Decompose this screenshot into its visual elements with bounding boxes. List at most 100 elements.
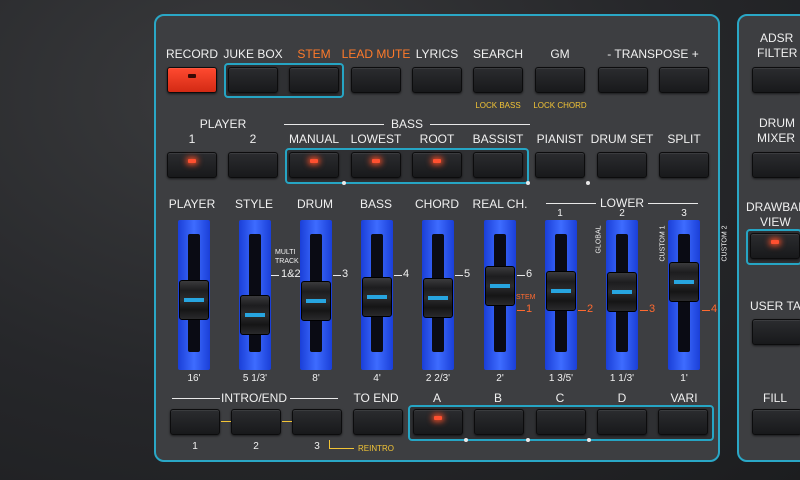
record-label: RECORD bbox=[165, 47, 219, 61]
lower-line-right bbox=[648, 203, 698, 204]
drum-slider-knob[interactable] bbox=[301, 281, 331, 321]
intro-end-label: INTRO/END bbox=[221, 391, 287, 405]
vari-button[interactable] bbox=[658, 409, 708, 435]
stem-label: STEM bbox=[297, 47, 331, 61]
search-button[interactable] bbox=[473, 67, 523, 93]
split-button[interactable] bbox=[659, 152, 709, 178]
real-ch-tick bbox=[517, 275, 525, 276]
intro-number-1: 1 bbox=[192, 441, 198, 452]
lower-1-slider-knob[interactable] bbox=[546, 271, 576, 311]
manual-button[interactable] bbox=[289, 152, 339, 178]
fill-button[interactable] bbox=[752, 409, 800, 435]
drawbar-label: DRAWBAR bbox=[746, 200, 800, 214]
player-2-button[interactable] bbox=[228, 152, 278, 178]
global-label: GLOBAL bbox=[595, 225, 603, 254]
gm-button[interactable] bbox=[535, 67, 585, 93]
bass-slider-label: BASS bbox=[359, 197, 393, 211]
bass-number: 4 bbox=[403, 268, 410, 280]
user-tab-button[interactable] bbox=[752, 319, 800, 345]
real-ch-slider-label: REAL CH. bbox=[472, 197, 528, 211]
search-label: SEARCH bbox=[472, 47, 524, 61]
variation-b-label: B bbox=[493, 391, 503, 405]
style-slider-knob[interactable] bbox=[240, 295, 270, 335]
stem-number-1: 1 bbox=[526, 303, 533, 315]
transpose-down-button[interactable] bbox=[598, 67, 648, 93]
variation-d-label: D bbox=[617, 391, 627, 405]
drawbar-view-led bbox=[771, 240, 779, 244]
lower-2-slider-knob[interactable] bbox=[607, 272, 637, 312]
lower-3-slider-knob[interactable] bbox=[669, 262, 699, 302]
multi-label: MULTI bbox=[275, 249, 296, 256]
drum-set-button[interactable] bbox=[597, 152, 647, 178]
intro-line-right bbox=[290, 398, 338, 399]
intro-link bbox=[282, 421, 292, 422]
real-ch-number: 6 bbox=[526, 268, 533, 280]
lead-mute-label: LEAD MUTE bbox=[341, 47, 411, 61]
indicator-dot bbox=[526, 438, 530, 442]
footage-label: 2 2/3' bbox=[425, 373, 451, 384]
juke-box-button[interactable] bbox=[228, 67, 278, 93]
lowest-led bbox=[372, 159, 380, 163]
intro-line-left bbox=[172, 398, 220, 399]
style-slider-label: STYLE bbox=[234, 197, 274, 211]
intro-1-button[interactable] bbox=[170, 409, 220, 435]
variation-a-button[interactable] bbox=[413, 409, 463, 435]
player-slider-knob[interactable] bbox=[179, 280, 209, 320]
footage-label: 4' bbox=[373, 373, 381, 384]
lower-line-left bbox=[546, 203, 596, 204]
lyrics-label: LYRICS bbox=[415, 47, 459, 61]
chord-tick bbox=[455, 275, 463, 276]
transpose-up-button[interactable] bbox=[659, 67, 709, 93]
user-tab-label: USER TAB bbox=[750, 299, 800, 313]
drum-tick bbox=[333, 275, 341, 276]
stem-number-3: 3 bbox=[649, 303, 656, 315]
drawbar-view-button[interactable] bbox=[750, 233, 800, 259]
lowest-button[interactable] bbox=[351, 152, 401, 178]
custom-1-label: CUSTOM 1 bbox=[659, 225, 667, 262]
lock-chord-label: LOCK CHORD bbox=[533, 101, 587, 110]
bass-slider-knob[interactable] bbox=[362, 277, 392, 317]
footage-label: 1' bbox=[680, 373, 688, 384]
to-end-label: TO END bbox=[353, 391, 399, 405]
lock-bass-label: LOCK BASS bbox=[475, 101, 521, 110]
custom-2-label: CUSTOM 2 bbox=[721, 225, 729, 262]
lyrics-button[interactable] bbox=[412, 67, 462, 93]
intro-2-button[interactable] bbox=[231, 409, 281, 435]
root-button[interactable] bbox=[412, 152, 462, 178]
variation-c-button[interactable] bbox=[536, 409, 586, 435]
intro-3-button[interactable] bbox=[292, 409, 342, 435]
lower-3-label: 3 bbox=[681, 208, 687, 219]
variation-a-label: A bbox=[432, 391, 442, 405]
pianist-button[interactable] bbox=[535, 152, 585, 178]
drum-slider-label: DRUM bbox=[297, 197, 333, 211]
mixer-label: MIXER bbox=[757, 131, 796, 145]
drum-set-label: DRUM SET bbox=[590, 132, 654, 146]
bassist-button[interactable] bbox=[473, 152, 523, 178]
variation-a-led bbox=[434, 416, 442, 420]
record-button[interactable] bbox=[167, 67, 217, 93]
split-label: SPLIT bbox=[667, 132, 701, 146]
drum-mixer-button[interactable] bbox=[752, 152, 800, 178]
stem-number-4: 4 bbox=[711, 303, 718, 315]
reintro-bracket bbox=[329, 440, 354, 449]
bass-line-right bbox=[430, 124, 530, 125]
player-2-label: 2 bbox=[249, 132, 257, 146]
chord-number: 5 bbox=[464, 268, 471, 280]
variation-b-button[interactable] bbox=[474, 409, 524, 435]
real-ch-slider-knob[interactable] bbox=[485, 266, 515, 306]
to-end-button[interactable] bbox=[353, 409, 403, 435]
player-1-label: 1 bbox=[188, 132, 196, 146]
stem-button[interactable] bbox=[289, 67, 339, 93]
intro-number-3: 3 bbox=[314, 441, 320, 452]
stem-tick bbox=[517, 310, 525, 311]
variation-d-button[interactable] bbox=[597, 409, 647, 435]
chord-slider-knob[interactable] bbox=[423, 278, 453, 318]
lead-mute-button[interactable] bbox=[351, 67, 401, 93]
player-1-led bbox=[188, 159, 196, 163]
player-1-button[interactable] bbox=[167, 152, 217, 178]
indicator-dot bbox=[342, 181, 346, 185]
intro-number-2: 2 bbox=[253, 441, 259, 452]
footage-label: 8' bbox=[312, 373, 320, 384]
lower-2-label: 2 bbox=[619, 208, 625, 219]
adsr-filter-button[interactable] bbox=[752, 67, 800, 93]
